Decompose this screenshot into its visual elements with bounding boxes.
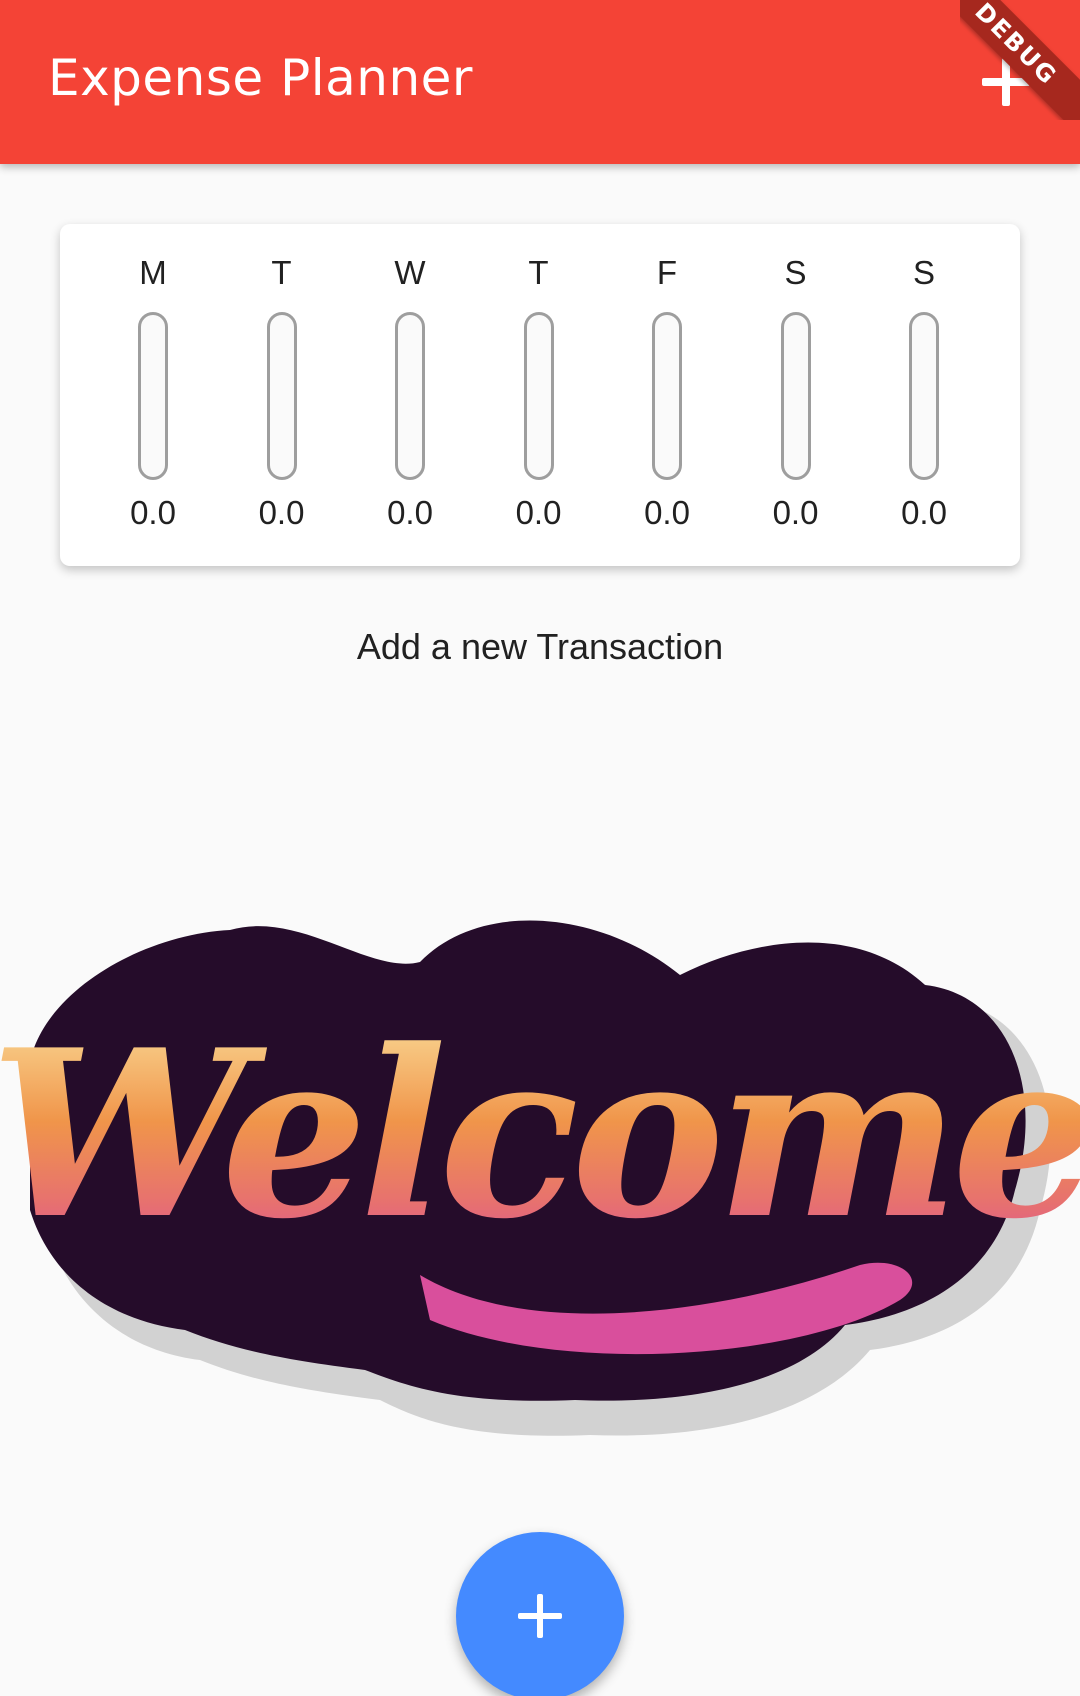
chart-bar-track <box>266 312 297 480</box>
chart-bar-2: W 0.0 <box>355 224 465 566</box>
chart-bar-track <box>523 312 554 480</box>
add-transaction-fab[interactable] <box>456 1532 624 1696</box>
app-screen: Expense Planner DEBUG M 0.0 T 0.0 W 0.0 T 0.0 F 0… <box>0 0 1080 1696</box>
chart-day-label: S <box>912 254 935 291</box>
app-title: Expense Planner <box>48 49 473 107</box>
chart-amount-label: 0.0 <box>258 494 305 531</box>
chart-bar-6: S 0.0 <box>869 224 979 566</box>
plus-icon <box>512 1588 568 1644</box>
chart-bar-track <box>652 312 682 480</box>
weekly-chart-card: M 0.0 T 0.0 W 0.0 T 0.0 F 0.0 S 0.0 S 0.0 <box>60 224 1020 566</box>
chart-amount-label: 0.0 <box>644 494 690 531</box>
chart-bar-track <box>138 312 168 480</box>
welcome-text: Welcome <box>0 1000 1080 1270</box>
chart-day-label: T <box>528 254 549 291</box>
chart-day-label: S <box>784 254 807 291</box>
chart-day-label: T <box>271 254 292 291</box>
chart-day-label: W <box>394 254 426 291</box>
chart-bar-4: F 0.0 <box>612 224 722 566</box>
chart-bar-5: S 0.0 <box>741 224 851 566</box>
chart-bar-0: M 0.0 <box>98 224 208 566</box>
chart-day-label: F <box>656 254 678 291</box>
chart-amount-label: 0.0 <box>130 494 176 531</box>
debug-banner: DEBUG <box>960 0 1080 120</box>
chart-amount-label: 0.0 <box>515 494 562 531</box>
debug-label: DEBUG <box>960 0 1080 120</box>
chart-amount-label: 0.0 <box>387 494 433 531</box>
chart-bar-3: T 0.0 <box>484 224 594 566</box>
chart-bar-track <box>909 312 939 480</box>
app-bar: Expense Planner <box>0 0 1080 164</box>
welcome-image: Welcome <box>0 920 1080 1436</box>
chart-bar-1: T 0.0 <box>227 224 337 566</box>
empty-state-title: Add a new Transaction <box>356 626 724 667</box>
chart-bar-track <box>395 312 425 480</box>
chart-day-label: M <box>139 254 167 291</box>
chart-bar-track <box>780 312 811 480</box>
chart-amount-label: 0.0 <box>772 494 819 531</box>
chart-amount-label: 0.0 <box>901 494 947 531</box>
